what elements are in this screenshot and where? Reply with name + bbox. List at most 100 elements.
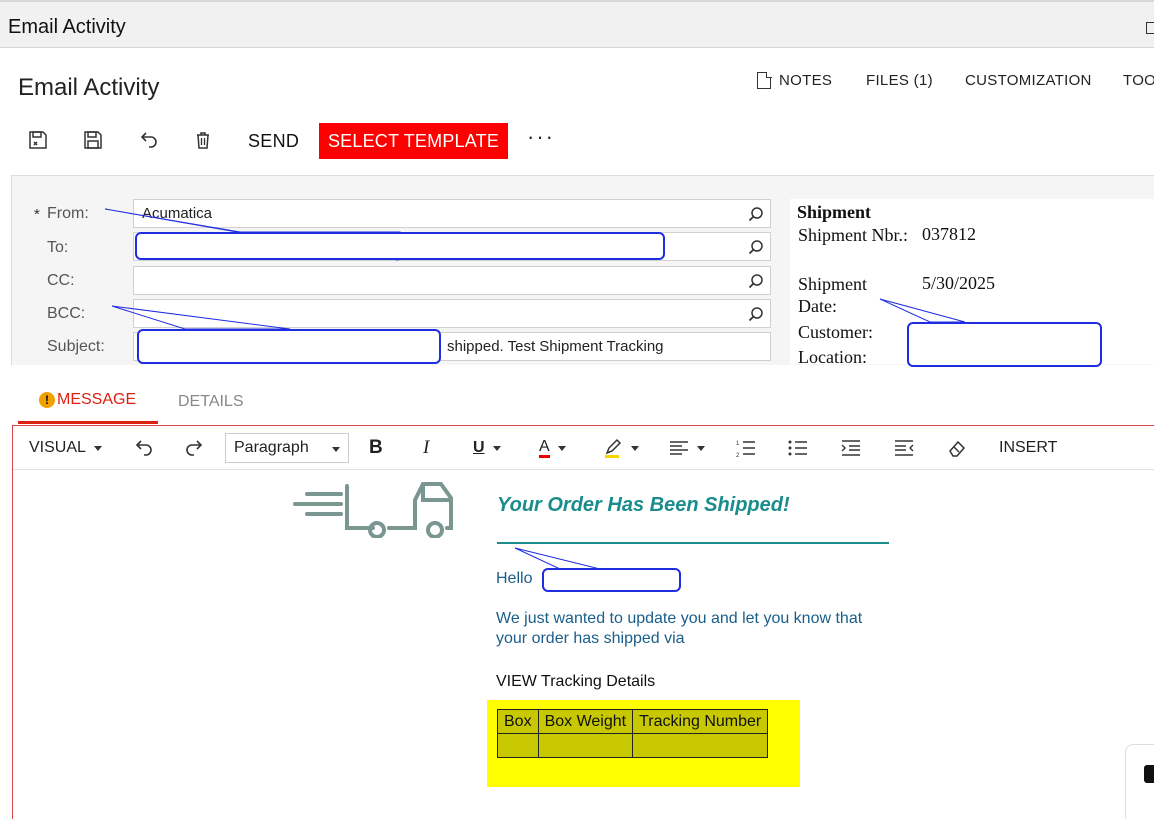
search-icon[interactable] — [748, 239, 764, 255]
greeting-text: Hello — [496, 570, 533, 587]
page-title: Email Activity — [18, 74, 160, 101]
indent-icon — [841, 440, 860, 456]
window-title-bar: Email Activity — [0, 0, 1154, 48]
clear-format-button[interactable] — [947, 437, 967, 459]
table-row — [497, 733, 769, 758]
table-cell[interactable] — [632, 733, 769, 758]
undo-icon[interactable] — [136, 128, 160, 152]
chevron-down-icon — [697, 445, 705, 451]
table-cell[interactable] — [537, 733, 634, 758]
cc-field[interactable] — [133, 266, 771, 295]
delete-icon[interactable] — [191, 128, 215, 152]
files-link[interactable]: FILES (1) — [866, 72, 933, 89]
headline-divider — [497, 542, 889, 544]
bcc-label: BCC: — [47, 305, 86, 322]
redacted-customer — [907, 322, 1102, 367]
location-label: Location: — [798, 347, 867, 367]
italic-button[interactable]: I — [423, 437, 429, 459]
warning-icon: ! — [39, 392, 55, 408]
shipment-nbr-value: 037812 — [922, 224, 976, 244]
tab-message[interactable]: ! MESSAGE — [18, 382, 158, 424]
highlight-dropdown[interactable] — [603, 437, 639, 459]
chevron-down-icon — [557, 445, 566, 451]
chevron-down-icon — [492, 445, 501, 451]
maximize-icon[interactable] — [1146, 22, 1154, 34]
undo-icon[interactable] — [133, 437, 153, 459]
numbered-list-button[interactable]: 12 — [736, 437, 756, 459]
cc-label: CC: — [47, 272, 75, 289]
body-paragraph: We just wanted to update you and let you… — [496, 610, 863, 647]
main-toolbar: SEND SELECT TEMPLATE ··· — [0, 120, 1154, 160]
bcc-field[interactable] — [133, 299, 771, 328]
bullet-list-icon — [788, 440, 807, 456]
delivery-truck-icon — [293, 482, 453, 538]
tracking-table: Box Box Weight Tracking Number — [497, 709, 769, 758]
eraser-icon — [949, 440, 966, 457]
svg-text:2: 2 — [736, 453, 740, 457]
table-header-row: Box Box Weight Tracking Number — [497, 709, 769, 734]
more-actions-button[interactable]: ··· — [527, 124, 555, 150]
align-dropdown[interactable] — [669, 437, 705, 459]
paragraph-format-select[interactable]: Paragraph — [225, 433, 349, 463]
visual-mode-label: VISUAL — [29, 439, 86, 456]
html-editor: VISUAL Paragraph B I U A 12 INSERT Your … — [12, 425, 1154, 819]
underline-dropdown[interactable]: U — [473, 437, 501, 459]
search-icon[interactable] — [748, 273, 764, 289]
view-tracking-link[interactable]: VIEW Tracking Details — [496, 673, 655, 691]
email-headline: Your Order Has Been Shipped! — [497, 494, 790, 516]
subject-label: Subject: — [47, 338, 105, 355]
customization-link[interactable]: CUSTOMIZATION — [965, 72, 1092, 89]
bold-button[interactable]: B — [369, 437, 383, 459]
notes-icon — [757, 71, 772, 89]
tab-details[interactable]: DETAILS — [178, 393, 244, 411]
shipment-nbr-label: Shipment Nbr.: — [798, 225, 909, 245]
shipment-title: Shipment — [797, 202, 872, 222]
redo-icon[interactable] — [185, 437, 205, 459]
chevron-down-icon — [93, 445, 102, 451]
widget-icon — [1144, 765, 1154, 783]
font-color-label: A — [539, 438, 550, 458]
underline-label: U — [473, 439, 485, 456]
font-color-dropdown[interactable]: A — [539, 437, 566, 459]
redacted-customer-name — [542, 568, 681, 592]
bullet-list-button[interactable] — [788, 437, 808, 459]
outdent-icon — [895, 440, 914, 456]
visual-mode-dropdown[interactable]: VISUAL — [29, 437, 102, 459]
tab-message-label: MESSAGE — [57, 391, 137, 408]
redacted-to-address — [135, 232, 665, 260]
shipment-date-value: 5/30/2025 — [922, 273, 996, 293]
chevron-down-icon — [631, 445, 639, 451]
side-widget[interactable] — [1125, 744, 1154, 819]
send-button[interactable]: SEND — [248, 131, 299, 152]
svg-text:1: 1 — [736, 441, 740, 447]
table-header-cell: Box Weight — [537, 709, 634, 734]
outdent-button[interactable] — [894, 437, 914, 459]
window-title: Email Activity — [8, 16, 126, 38]
save-close-icon[interactable] — [26, 128, 50, 152]
notes-link[interactable]: NOTES — [779, 72, 832, 89]
from-field[interactable]: Acumatica — [133, 199, 771, 228]
tools-link[interactable]: TOO — [1123, 72, 1154, 89]
required-marker: * — [34, 206, 40, 223]
shipment-date-label: Shipment Date: — [798, 274, 868, 316]
table-cell[interactable] — [497, 733, 539, 758]
from-value: Acumatica — [142, 205, 213, 222]
email-body[interactable]: Your Order Has Been Shipped! Hello We ju… — [13, 470, 1154, 819]
tab-bar: ! MESSAGE DETAILS — [18, 382, 318, 426]
redacted-subject-part — [137, 329, 441, 364]
save-icon[interactable] — [81, 128, 105, 152]
select-template-button[interactable]: SELECT TEMPLATE — [319, 123, 508, 159]
editor-toolbar: VISUAL Paragraph B I U A 12 INSERT — [13, 426, 1154, 470]
paragraph-format-value: Paragraph — [234, 439, 309, 456]
insert-menu-button[interactable]: INSERT — [999, 437, 1057, 459]
from-label: From: — [47, 205, 89, 222]
search-icon[interactable] — [748, 206, 764, 222]
numbered-list-icon: 12 — [736, 441, 755, 457]
align-left-icon — [670, 441, 688, 455]
search-icon[interactable] — [748, 306, 764, 322]
table-header-cell: Box — [497, 709, 539, 734]
chevron-down-icon — [332, 447, 340, 452]
subject-value: shipped. Test Shipment Tracking — [447, 338, 664, 355]
customer-label: Customer: — [798, 322, 873, 342]
indent-button[interactable] — [841, 437, 861, 459]
